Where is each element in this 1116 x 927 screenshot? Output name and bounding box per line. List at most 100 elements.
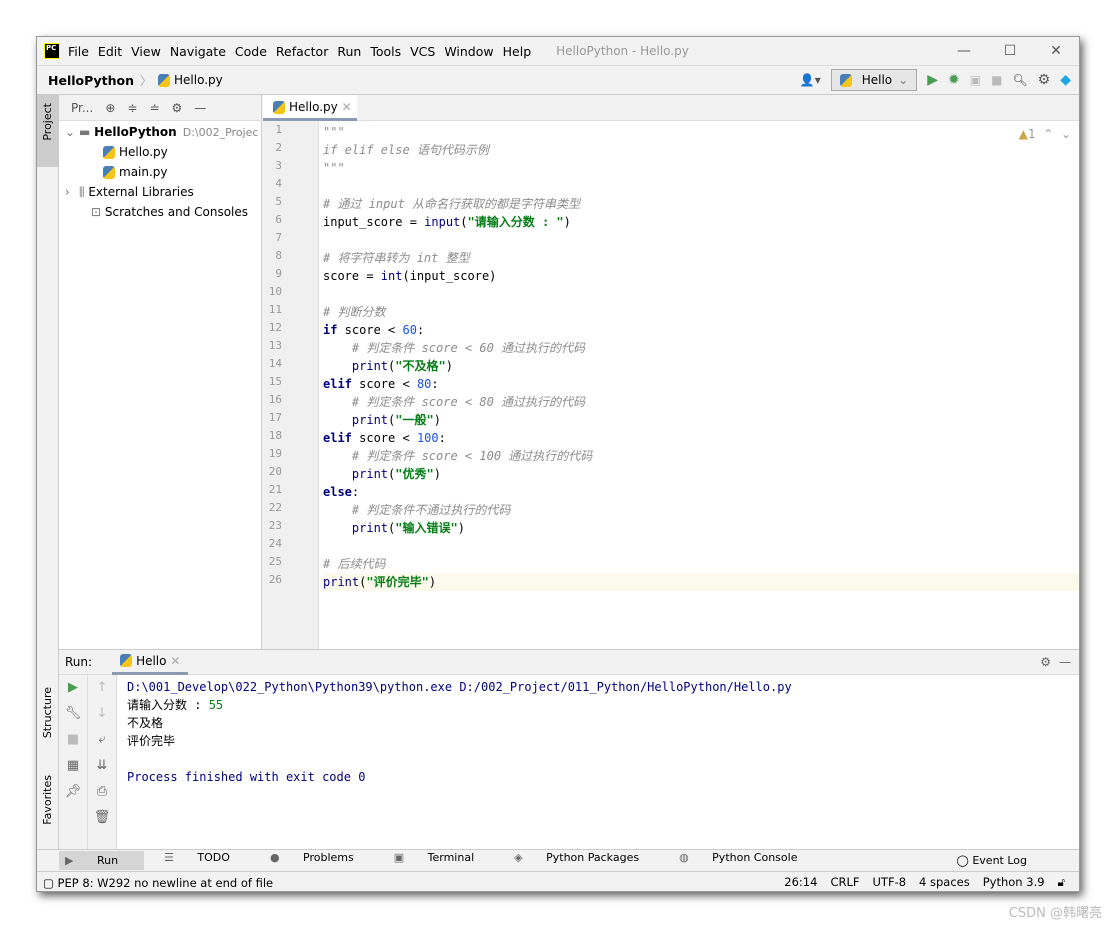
tree-item[interactable]: main.py [59,162,261,182]
code-line[interactable]: if score < 60: [323,321,424,339]
layout-icon[interactable]: ▦ [59,753,87,779]
code-with-me-icon[interactable]: ◆ [1060,72,1071,88]
expand-all-icon[interactable]: ≑ [127,101,137,115]
code-line[interactable]: elif score < 80: [323,375,439,393]
tree-item[interactable]: Hello.py [59,142,261,162]
code-line[interactable]: else: [323,483,359,501]
down-arrow-icon[interactable]: ↓ [88,701,116,727]
menu-vcs[interactable]: VCS [410,44,435,59]
tool-tab-terminal[interactable]: ▣ Terminal [394,851,494,870]
tree-item[interactable]: › ⫼ External Libraries [59,182,261,202]
close-tab-icon[interactable]: ✕ [342,100,352,114]
menu-refactor[interactable]: Refactor [276,44,328,59]
project-view-dropdown[interactable]: Pr... [71,101,93,115]
code-line[interactable]: # 判定条件 score < 100 通过执行的代码 [323,447,592,465]
breadcrumb-project[interactable]: HelloPython [48,73,134,88]
menu-run[interactable]: Run [337,44,361,59]
menu-file[interactable]: File [68,44,89,59]
favorites-tool-tab[interactable]: Favorites [41,775,54,825]
console-output[interactable]: D:\001_Develop\022_Python\Python39\pytho… [127,678,792,786]
tool-tab-run[interactable]: ▶ Run [59,851,145,870]
hide-icon[interactable]: — [194,101,206,115]
collapse-all-icon[interactable]: ≐ [149,101,159,115]
breadcrumb-file[interactable]: Hello.py [174,73,223,87]
soft-wrap-icon[interactable]: ⤶ [88,727,116,753]
trash-icon[interactable]: 🗑︎ [88,805,116,831]
chevron-icon[interactable]: ⌄ [65,122,79,142]
inspection-widget[interactable]: ▲1 ⌃ ⌄ [1019,127,1071,141]
code-line[interactable]: # 判断分数 [323,303,385,321]
gear-icon[interactable]: ⚙ [172,101,183,115]
console-text: D:\001_Develop\022_Python\Python39\pytho… [127,680,792,694]
file-encoding[interactable]: UTF-8 [873,875,907,890]
tool-tab-problems[interactable]: ● Problems [270,851,374,870]
code-line[interactable]: elif score < 100: [323,429,446,447]
wrench-icon[interactable]: 🔧︎ [59,701,87,727]
code-line[interactable]: """ [323,159,345,177]
code-line[interactable]: print("评价完毕") [323,573,1079,591]
run-config-select[interactable]: Hello ⌄ [830,69,918,91]
scroll-to-end-icon[interactable]: ⇊ [88,753,116,779]
code-line[interactable]: # 判定条件 score < 60 通过执行的代码 [323,339,585,357]
stop-icon[interactable]: ■ [59,727,87,753]
menu-code[interactable]: Code [235,44,267,59]
maximize-icon[interactable]: ☐ [987,37,1033,65]
menu-window[interactable]: Window [444,44,493,59]
code-line[interactable]: # 通过 input 从命名行获取的都是字符串类型 [323,195,580,213]
code-line[interactable]: # 将字符串转为 int 整型 [323,249,470,267]
python-interpreter[interactable]: Python 3.9 [983,875,1045,890]
code-line[interactable]: # 判定条件 score < 80 通过执行的代码 [323,393,585,411]
run-tab-hello[interactable]: Hello ✕ [112,650,189,675]
hide-icon[interactable]: — [1059,655,1071,669]
code-line[interactable]: # 后续代码 [323,555,385,573]
code-line[interactable]: print("输入错误") [323,519,465,537]
code-line[interactable]: print("优秀") [323,465,441,483]
menu-help[interactable]: Help [503,44,532,59]
tree-item[interactable]: ⊡ Scratches and Consoles [59,202,261,222]
search-icon[interactable]: 🔍︎ [1012,73,1027,87]
vcs-user-icon[interactable]: 👤▾ [800,73,821,87]
tree-item[interactable]: ⌄ ▬ HelloPython D:\002_Projec [59,122,261,142]
line-separator[interactable]: CRLF [830,875,859,890]
status-message[interactable]: PEP 8: W292 no newline at end of file [58,876,274,890]
event-log-button[interactable]: ◯ Event Log [957,854,1047,867]
tab-hello-py[interactable]: Hello.py ✕ [263,95,357,121]
close-icon[interactable]: ✕ [1033,37,1079,65]
caret-position[interactable]: 26:14 [784,875,817,890]
panel-toggle-icon[interactable]: ▢ [43,876,54,890]
tool-tab-python-packages[interactable]: ◈ Python Packages [514,851,659,870]
up-arrow-icon[interactable]: ↑ [88,675,116,701]
code-line[interactable]: input_score = input("请输入分数 : ") [323,213,571,231]
tool-tab-todo[interactable]: ☰ TODO [164,851,250,870]
menu-navigate[interactable]: Navigate [170,44,226,59]
coverage-icon[interactable]: ▣ [970,73,981,87]
print-icon[interactable]: ⎙ [88,779,116,805]
lock-icon[interactable]: 🔓︎ [1058,875,1065,890]
line-number: 16 [268,393,282,406]
code-line[interactable]: """ [323,123,345,141]
stop-icon[interactable]: ■ [991,73,1002,87]
indent-setting[interactable]: 4 spaces [919,875,970,890]
code-line[interactable]: if elif else 语句代码示例 [323,141,489,159]
rerun-icon[interactable]: ▶ [59,675,87,701]
chevron-icon[interactable]: › [65,182,79,202]
code-line[interactable]: print("一般") [323,411,441,429]
code-line[interactable]: # 判定条件不通过执行的代码 [323,501,510,519]
menu-view[interactable]: View [131,44,161,59]
close-tab-icon[interactable]: ✕ [170,654,180,668]
project-tool-tab[interactable]: Project [37,95,58,167]
tool-tab-python-console[interactable]: ◍ Python Console [679,851,817,870]
debug-icon[interactable]: ✹ [948,72,960,88]
menu-edit[interactable]: Edit [98,44,122,59]
code-line[interactable]: print("不及格") [323,357,453,375]
code-token: 60 [402,323,417,337]
code-line[interactable]: score = int(input_score) [323,267,496,285]
gear-icon[interactable]: ⚙ [1040,655,1051,669]
locate-icon[interactable]: ⊕ [105,101,115,115]
menu-tools[interactable]: Tools [370,44,401,59]
pin-icon[interactable]: 📌︎ [59,779,87,805]
gear-icon[interactable]: ⚙ [1038,72,1051,88]
minimize-icon[interactable]: — [941,37,987,65]
run-icon[interactable]: ▶ [927,72,938,88]
structure-tool-tab[interactable]: Structure [41,687,54,738]
